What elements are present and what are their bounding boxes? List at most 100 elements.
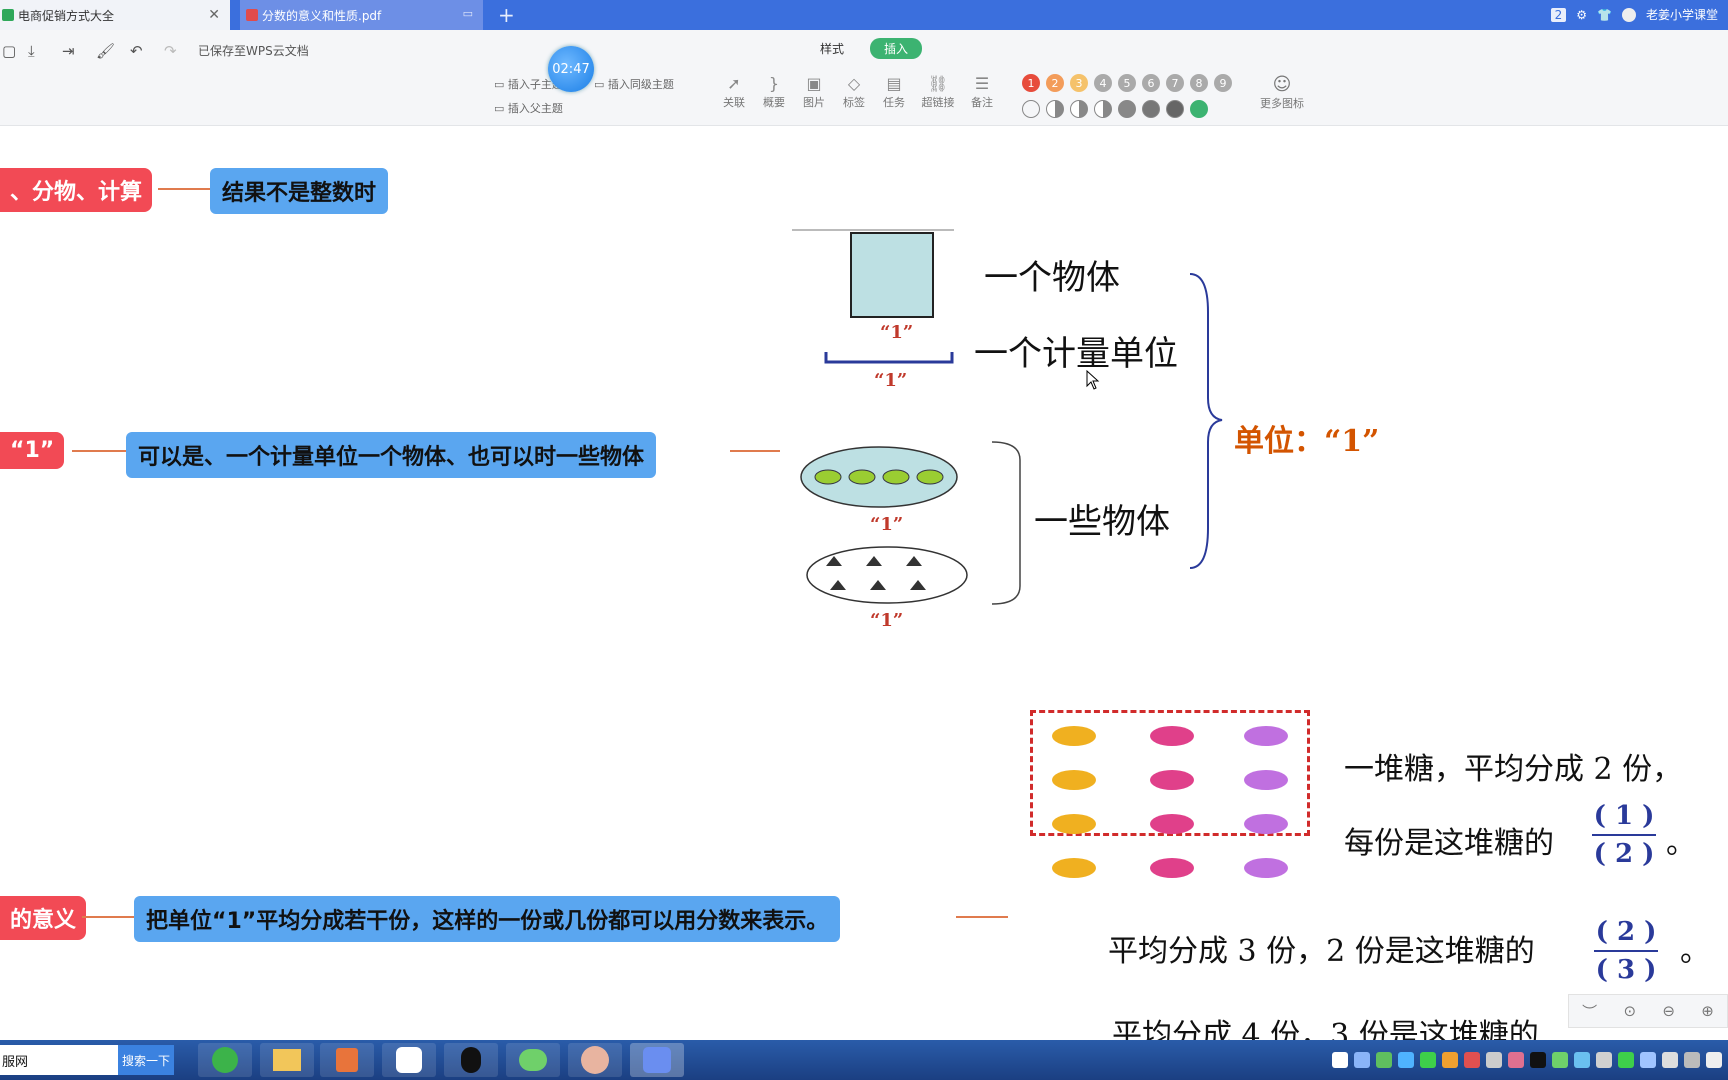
battery-icon[interactable] (1376, 1052, 1392, 1068)
skin-icon[interactable]: 👕 (1597, 8, 1612, 22)
progress-1-icon[interactable] (1046, 100, 1064, 118)
locate-icon[interactable]: ⊙ (1623, 1002, 1636, 1020)
progress-2-icon[interactable] (1070, 100, 1088, 118)
network-icon[interactable] (1354, 1052, 1370, 1068)
security-icon[interactable] (1442, 1052, 1458, 1068)
priority-2-icon[interactable]: 2 (1046, 74, 1064, 92)
photo-app-icon[interactable] (568, 1043, 622, 1077)
volume-icon[interactable] (1706, 1052, 1722, 1068)
done-icon[interactable] (1190, 100, 1208, 118)
app-tray-icon[interactable] (1662, 1052, 1678, 1068)
wechat-tray-icon[interactable] (1552, 1052, 1568, 1068)
wechat-icon[interactable] (506, 1043, 560, 1077)
hyperlink-button[interactable]: ⛓ 超链接 (914, 74, 962, 110)
qq-icon[interactable] (444, 1043, 498, 1077)
quote-one-label: “1” (870, 514, 904, 535)
app-tray-icon[interactable] (1398, 1052, 1414, 1068)
right-bracket (991, 441, 1021, 605)
signal-icon[interactable] (1420, 1052, 1436, 1068)
qq-tray-icon[interactable] (1530, 1052, 1546, 1068)
progress-3-icon[interactable] (1094, 100, 1112, 118)
priority-8-icon[interactable]: 8 (1190, 74, 1208, 92)
note-button[interactable]: ☰ 备注 (962, 74, 1002, 110)
mindmap-node-not-integer[interactable]: 结果不是整数时 (210, 168, 389, 214)
new-tab-button[interactable]: + (498, 3, 515, 27)
relation-button[interactable]: ➚ 关联 (714, 74, 754, 110)
redo-icon[interactable]: ↷ (164, 42, 177, 60)
image-button[interactable]: ▣ 图片 (794, 74, 834, 110)
export-icon[interactable]: ⇥ (62, 42, 75, 60)
quote-one-label: “1” (870, 610, 904, 631)
file-explorer-icon[interactable] (260, 1043, 314, 1077)
app-tray-icon[interactable] (1508, 1052, 1524, 1068)
user-name[interactable]: 老姜小学课堂 (1646, 6, 1718, 23)
priority-9-icon[interactable]: 9 (1214, 74, 1232, 92)
zoom-out-icon[interactable]: ⊖ (1662, 1002, 1675, 1020)
more-icons-button[interactable]: ☺ 更多图标 (1260, 74, 1304, 111)
tab-insert[interactable]: 插入 (870, 38, 923, 59)
priority-4-icon[interactable]: 4 (1094, 74, 1112, 92)
window-icon[interactable]: ▭ (463, 7, 473, 20)
link-icon: ⛓ (927, 74, 949, 93)
tab-fraction-pdf[interactable]: 分数的意义和性质.pdf ▭ (240, 0, 483, 30)
connector-line (72, 450, 126, 452)
taskbar-search-input[interactable]: 服网 (0, 1045, 118, 1075)
wifi-icon[interactable] (1684, 1052, 1700, 1068)
relation-label: 关联 (723, 96, 745, 109)
media-player-icon[interactable] (320, 1043, 374, 1077)
format-painter-icon[interactable]: 🖌 (96, 42, 115, 60)
taskbar-search-button[interactable]: 搜索一下 (118, 1045, 174, 1075)
zoom-in-icon[interactable]: ⊕ (1701, 1002, 1714, 1020)
task-button[interactable]: ▤ 任务 (874, 74, 914, 110)
priority-7-icon[interactable]: 7 (1166, 74, 1184, 92)
connector-line (82, 916, 134, 918)
cloud-tray-icon[interactable] (1574, 1052, 1590, 1068)
image-icon: ▣ (806, 74, 822, 93)
app-tray-icon[interactable] (1640, 1052, 1656, 1068)
insert-parent-button[interactable]: ▭ 插入父主题 (494, 100, 563, 116)
mindmap-node-calc[interactable]: 、分物、计算 (0, 168, 153, 212)
tab-promotion[interactable]: 电商促销方式大全 ✕ (0, 0, 230, 30)
relation-icon: ➚ (727, 74, 741, 93)
summary-button[interactable]: } 概要 (754, 74, 794, 110)
undo-icon[interactable]: ↶ (130, 42, 143, 60)
browser-icon[interactable] (198, 1043, 252, 1077)
progress-0-icon[interactable] (1022, 100, 1040, 118)
eye-icon[interactable]: ︶ (1582, 1001, 1597, 1022)
tab-style[interactable]: 样式 (820, 40, 844, 57)
recording-timer[interactable]: 02:47 (548, 46, 594, 92)
app-tray-icon[interactable] (1596, 1052, 1612, 1068)
priority-icons: 1 2 3 4 5 6 7 8 9 (1022, 74, 1232, 92)
unit-one-text: 单位：“1” (1234, 424, 1380, 459)
mindmap-node-unit-one[interactable]: “1” (0, 432, 65, 469)
download-icon[interactable]: ⤓ (28, 42, 35, 60)
progress-4-icon[interactable] (1118, 100, 1136, 118)
progress-icons (1022, 100, 1208, 118)
mindmap-node-meaning-desc[interactable]: 把单位“1”平均分成若干份，这样的一份或几份都可以用分数来表示。 (134, 896, 841, 942)
close-icon[interactable]: ✕ (208, 7, 220, 23)
priority-1-icon[interactable]: 1 (1022, 74, 1040, 92)
settings-icon[interactable]: ⚙ (1576, 8, 1587, 22)
mindmap-canvas[interactable]: 、分物、计算 结果不是整数时 “1” 可以是、一个计量单位一个物体、也可以时一些… (0, 126, 1728, 1040)
one-object-text: 一个物体 (984, 258, 1120, 298)
insert-sibling-button[interactable]: ▭ 插入同级主题 (594, 76, 674, 92)
divider-line (792, 229, 954, 231)
checkbox-icon[interactable] (1332, 1052, 1348, 1068)
baidu-netdisk-icon[interactable] (382, 1043, 436, 1077)
tag-label: 标签 (843, 96, 865, 109)
tag-button[interactable]: ◇ 标签 (834, 74, 874, 110)
progress-5-icon[interactable] (1142, 100, 1160, 118)
menu-icon[interactable]: ▢ (2, 42, 16, 60)
progress-6-icon[interactable] (1166, 100, 1184, 118)
mindmap-node-meaning[interactable]: 的意义 (0, 896, 87, 940)
add-tray-icon[interactable] (1618, 1052, 1634, 1068)
priority-6-icon[interactable]: 6 (1142, 74, 1160, 92)
priority-3-icon[interactable]: 3 (1070, 74, 1088, 92)
priority-5-icon[interactable]: 5 (1118, 74, 1136, 92)
avatar[interactable] (1621, 7, 1636, 22)
mindmap-node-unit-desc[interactable]: 可以是、一个计量单位一个物体、也可以时一些物体 (126, 432, 657, 478)
app-tray-icon[interactable] (1464, 1052, 1480, 1068)
app-tray-icon[interactable] (1486, 1052, 1502, 1068)
wps-edu-icon[interactable] (630, 1043, 684, 1077)
window-count-badge[interactable]: 2 (1550, 7, 1567, 22)
